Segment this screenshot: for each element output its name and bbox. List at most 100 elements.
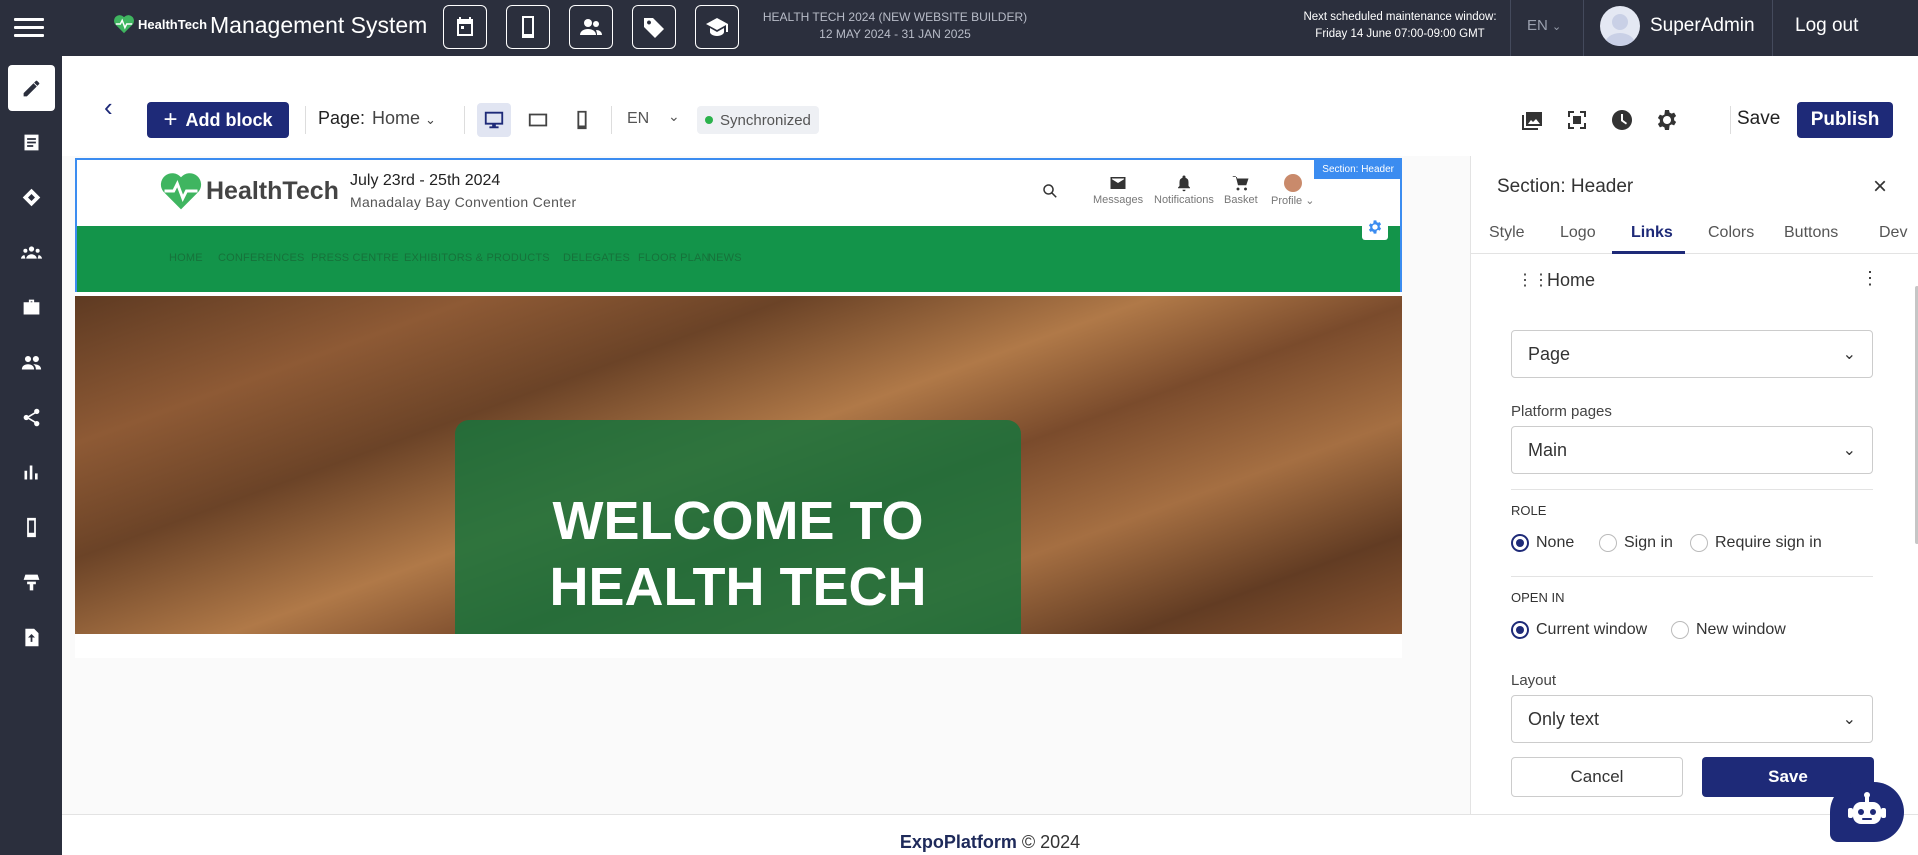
open-in-current-window[interactable]: Current window — [1511, 621, 1647, 639]
language-select[interactable]: EN — [627, 110, 649, 128]
back-chevron-icon[interactable]: ‹ — [104, 94, 113, 120]
desktop-view-button[interactable] — [477, 103, 511, 137]
calendar-button[interactable] — [443, 5, 487, 49]
tab-colors[interactable]: Colors — [1708, 224, 1754, 242]
sidebar-item-tickets[interactable] — [8, 174, 55, 220]
chevron-down-icon[interactable]: ⌄ — [668, 108, 680, 125]
mail-icon — [1110, 177, 1126, 189]
nav-item-press-centre[interactable]: PRESS CENTRE — [311, 252, 399, 264]
list-icon — [24, 134, 39, 150]
nav-item-conferences[interactable]: CONFERENCES — [218, 252, 305, 264]
add-block-button[interactable]: + Add block — [147, 102, 289, 138]
divider — [1511, 576, 1873, 577]
event-info: HEALTH TECH 2024 (NEW WEBSITE BUILDER) 1… — [740, 9, 1050, 43]
notifications-link[interactable]: Notifications — [1154, 174, 1214, 206]
sidebar-item-users[interactable] — [8, 339, 55, 385]
open-in-new-window[interactable]: New window — [1671, 621, 1786, 639]
tablet-view-button[interactable] — [521, 103, 555, 137]
tab-dev[interactable]: Dev — [1879, 224, 1907, 242]
role-label: ROLE — [1511, 503, 1547, 518]
sidebar-item-analytics[interactable] — [8, 449, 55, 495]
nav-item-floor-plan[interactable]: FLOOR PLAN — [638, 252, 710, 264]
divider — [1510, 0, 1511, 56]
chevron-down-icon: ⌄ — [1305, 195, 1315, 207]
tab-buttons[interactable]: Buttons — [1784, 224, 1838, 242]
divider — [305, 106, 306, 134]
tab-links[interactable]: Links — [1631, 224, 1673, 242]
group-icon — [21, 245, 42, 259]
basket-label: Basket — [1224, 194, 1258, 206]
role-option-none[interactable]: None — [1511, 534, 1574, 552]
section-settings-button[interactable] — [1362, 214, 1388, 240]
add-block-label: Add block — [185, 109, 273, 130]
sidebar-item-exhibitors[interactable] — [8, 284, 55, 330]
sidebar-item-edit[interactable] — [8, 65, 55, 111]
username[interactable]: SuperAdmin — [1650, 15, 1755, 37]
app-title: Management System — [210, 12, 428, 38]
open-in-option-label: New window — [1696, 621, 1786, 638]
link-type-select[interactable]: Page ⌄ — [1511, 330, 1873, 378]
heart-logo-icon — [114, 15, 134, 34]
nav-item-news[interactable]: NEWS — [708, 252, 742, 264]
sidebar-item-share[interactable] — [8, 394, 55, 440]
tab-logo[interactable]: Logo — [1560, 224, 1596, 242]
divider — [1511, 489, 1873, 490]
radio-button — [1599, 534, 1617, 552]
avatar[interactable] — [1600, 6, 1640, 46]
nav-item-home[interactable]: HOME — [169, 252, 203, 264]
training-button[interactable] — [695, 5, 739, 49]
tablet-button[interactable] — [506, 5, 550, 49]
tag-button[interactable] — [632, 5, 676, 49]
media-library-button[interactable] — [1520, 108, 1546, 134]
graduation-cap-icon — [706, 18, 728, 36]
sidebar-item-groups[interactable] — [8, 229, 55, 275]
sidebar-item-mobile[interactable] — [8, 504, 55, 550]
hamburger-menu-icon[interactable] — [14, 18, 44, 38]
close-icon[interactable]: × — [1873, 173, 1887, 201]
language-selector[interactable]: EN ⌄ — [1527, 17, 1561, 34]
nav-item-delegates[interactable]: DELEGATES — [563, 252, 630, 264]
fullscreen-button[interactable] — [1565, 108, 1591, 134]
layout-select[interactable]: Only text ⌄ — [1511, 695, 1873, 743]
publish-button[interactable]: Publish — [1797, 102, 1893, 138]
brand-logo[interactable]: HealthTech — [113, 14, 207, 34]
nav-item-exhibitors[interactable]: EXHIBITORS & PRODUCTS — [404, 252, 550, 264]
divider — [1583, 0, 1584, 56]
role-option-require-sign-in[interactable]: Require sign in — [1690, 534, 1822, 552]
profile-link[interactable]: Profile ⌄ — [1271, 174, 1314, 207]
header-section[interactable]: Section: Header HealthTech July 23rd - 2… — [75, 158, 1402, 292]
mobile-view-button[interactable] — [565, 103, 599, 137]
settings-button[interactable] — [1655, 108, 1681, 134]
site-search-button[interactable] — [1041, 182, 1059, 200]
page-selector[interactable]: Home ⌄ — [372, 108, 436, 129]
messages-link[interactable]: Messages — [1093, 174, 1143, 206]
chevron-down-icon: ⌄ — [1552, 21, 1562, 33]
sidebar-item-booths[interactable] — [8, 559, 55, 605]
more-options-icon[interactable]: ⋮ — [1861, 268, 1879, 289]
history-button[interactable] — [1610, 108, 1636, 134]
people-button[interactable] — [569, 5, 613, 49]
drag-handle-icon[interactable]: ⋮⋮ — [1517, 270, 1549, 290]
status-dot-icon — [705, 116, 713, 124]
section-settings-panel: Section: Header × Style Logo Links Color… — [1470, 156, 1918, 814]
save-button[interactable]: Save — [1737, 108, 1780, 130]
layout-label: Layout — [1511, 672, 1557, 689]
sidebar-item-files[interactable] — [8, 614, 55, 660]
chatbot-button[interactable] — [1830, 782, 1904, 842]
fullscreen-icon — [1568, 111, 1586, 129]
hero-section[interactable]: WELCOME TO HEALTH TECH — [75, 296, 1402, 634]
footer-brand[interactable]: ExpoPlatform — [900, 832, 1017, 852]
hero-title-line-2: HEALTH TECH — [549, 557, 927, 617]
site-logo[interactable]: HealthTech — [159, 170, 339, 212]
open-in-option-label: Current window — [1536, 621, 1648, 638]
basket-link[interactable]: Basket — [1224, 174, 1258, 206]
platform-pages-select[interactable]: Main ⌄ — [1511, 426, 1873, 474]
cancel-button[interactable]: Cancel — [1511, 757, 1683, 797]
role-option-sign-in[interactable]: Sign in — [1599, 534, 1673, 552]
tab-style[interactable]: Style — [1489, 224, 1525, 242]
tablet-landscape-icon — [528, 113, 548, 127]
brand-logo-text: HealthTech — [138, 16, 208, 32]
chevron-down-icon: ⌄ — [1842, 346, 1856, 363]
sidebar-item-list[interactable] — [8, 119, 55, 165]
logout-button[interactable]: Log out — [1795, 15, 1858, 37]
